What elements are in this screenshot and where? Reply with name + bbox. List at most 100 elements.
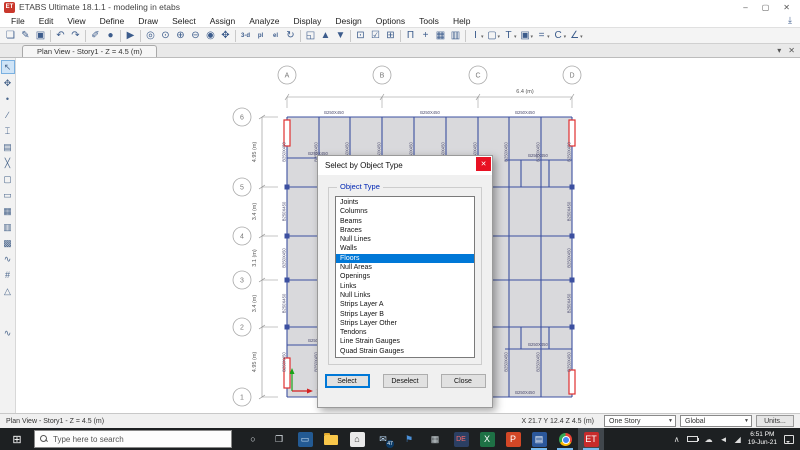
close-dialog-button[interactable]: Close bbox=[440, 374, 486, 388]
wall-section-icon-dropdown[interactable]: ▾ bbox=[531, 34, 534, 40]
lock-model-icon[interactable]: ● bbox=[103, 29, 118, 43]
quick-draw-floor-icon[interactable]: ▦ bbox=[1, 204, 15, 218]
3d-view-icon[interactable]: 3-d bbox=[238, 29, 253, 43]
object-type-option[interactable]: Null Areas bbox=[336, 263, 474, 272]
quick-draw-braces-icon[interactable]: ╳ bbox=[1, 156, 15, 170]
feedback-icon[interactable]: ⚑ bbox=[396, 428, 422, 450]
menu-design[interactable]: Design bbox=[328, 15, 368, 27]
menu-display[interactable]: Display bbox=[286, 15, 328, 27]
start-button[interactable]: ⊞ bbox=[0, 428, 34, 450]
close-button[interactable]: ✕ bbox=[783, 3, 790, 12]
reshape-icon[interactable]: ✥ bbox=[1, 76, 15, 90]
hidden-icons-chevron[interactable]: ∧ bbox=[674, 435, 680, 444]
dock-arrow-icon[interactable]: ⤓ bbox=[788, 15, 792, 26]
draw-rect-floor-icon[interactable]: ▭ bbox=[1, 188, 15, 202]
menu-tools[interactable]: Tools bbox=[412, 15, 446, 27]
draw-floor-icon[interactable]: ▢ bbox=[1, 172, 15, 186]
onedrive-cloud-icon[interactable]: ☁ bbox=[705, 435, 713, 444]
draw-link-icon[interactable]: ∿ bbox=[1, 252, 15, 266]
angle-section-icon-dropdown[interactable]: ▾ bbox=[580, 34, 583, 40]
etabs-taskbar-icon[interactable]: ET bbox=[578, 428, 604, 450]
zoom-out-icon[interactable]: ⊖ bbox=[188, 29, 203, 43]
file-explorer-icon[interactable] bbox=[318, 428, 344, 450]
coordinate-system-selector[interactable]: Global ▼ bbox=[680, 415, 752, 427]
draw-wall-icon[interactable]: ▥ bbox=[1, 220, 15, 234]
elevation-view-icon[interactable]: el bbox=[268, 29, 283, 43]
rubber-band-zoom-icon[interactable]: ◎ bbox=[143, 29, 158, 43]
mail-icon[interactable]: ✉ 47 bbox=[370, 428, 396, 450]
draw-portal-icon[interactable]: Π bbox=[403, 29, 418, 43]
menu-edit[interactable]: Edit bbox=[32, 15, 61, 27]
undo-icon[interactable]: ↶ bbox=[53, 29, 68, 43]
dimension-icon-dropdown[interactable]: ▾ bbox=[547, 34, 550, 40]
battery-icon[interactable] bbox=[686, 436, 699, 442]
object-type-option[interactable]: Openings bbox=[336, 272, 474, 281]
plot-function-icon[interactable]: ∿ bbox=[1, 326, 15, 340]
open-model-icon[interactable]: ✎ bbox=[18, 29, 33, 43]
tab-close-icon[interactable]: ✕ bbox=[788, 46, 795, 55]
menu-select[interactable]: Select bbox=[165, 15, 203, 27]
object-type-option[interactable]: Walls bbox=[336, 244, 474, 253]
task-view-icon[interactable]: ❐ bbox=[266, 428, 292, 450]
excel-icon[interactable]: X bbox=[474, 428, 500, 450]
tee-section-icon-dropdown[interactable]: ▾ bbox=[514, 34, 517, 40]
quick-draw-secondary-beams-icon[interactable]: ▤ bbox=[1, 140, 15, 154]
move-up-story-icon[interactable]: ▲ bbox=[318, 29, 333, 43]
rotate-view-icon[interactable]: ↻ bbox=[283, 29, 298, 43]
menu-draw[interactable]: Draw bbox=[131, 15, 165, 27]
save-model-icon[interactable]: ▣ bbox=[33, 29, 48, 43]
tab-dropdown-icon[interactable]: ▾ bbox=[777, 46, 781, 55]
menu-file[interactable]: File bbox=[4, 15, 32, 27]
object-type-option[interactable]: Floors bbox=[336, 253, 474, 264]
word-app-icon[interactable]: ▤ bbox=[526, 428, 552, 450]
run-analysis-icon[interactable]: ▶ bbox=[123, 29, 138, 43]
object-type-option[interactable]: Links bbox=[336, 282, 474, 291]
story-selector[interactable]: One Story ▼ bbox=[604, 415, 676, 427]
menu-analyze[interactable]: Analyze bbox=[242, 15, 286, 27]
plan-view-icon[interactable]: pl bbox=[253, 29, 268, 43]
quick-draw-frame-icon[interactable]: ⌶ bbox=[1, 124, 15, 138]
wall-stack-icon[interactable]: ▥ bbox=[448, 29, 463, 43]
object-type-option[interactable]: Line Strain Gauges bbox=[336, 337, 474, 346]
network-icon[interactable]: ◢ bbox=[735, 435, 741, 444]
menu-help[interactable]: Help bbox=[446, 15, 477, 27]
speaker-icon[interactable]: ◄ bbox=[720, 435, 728, 444]
pan-icon[interactable]: ✥ bbox=[218, 29, 233, 43]
frame-section-icon-dropdown[interactable]: ▾ bbox=[481, 34, 484, 40]
perspective-icon[interactable]: ◱ bbox=[303, 29, 318, 43]
units-button[interactable]: Units... bbox=[756, 415, 794, 427]
select-button[interactable]: Select bbox=[324, 374, 370, 388]
object-type-option[interactable]: Null Lines bbox=[336, 235, 474, 244]
object-type-option[interactable]: Strips Layer B bbox=[336, 310, 474, 319]
display-options-icon[interactable]: ☑ bbox=[368, 29, 383, 43]
menu-define[interactable]: Define bbox=[93, 15, 132, 27]
area-section-icon-dropdown[interactable]: ▾ bbox=[498, 34, 501, 40]
design-app-icon[interactable]: DE bbox=[448, 428, 474, 450]
dialog-title-bar[interactable]: Select by Object Type ✕ bbox=[318, 156, 492, 175]
title-bar[interactable]: ET ETABS Ultimate 18.1.1 - modeling in e… bbox=[0, 0, 800, 14]
pointer-select-icon[interactable]: ↖ bbox=[0, 60, 15, 74]
quick-draw-wall-icon[interactable]: ▩ bbox=[1, 236, 15, 250]
menu-assign[interactable]: Assign bbox=[203, 15, 243, 27]
cortana-icon[interactable]: ○ bbox=[240, 428, 266, 450]
object-type-option[interactable]: Tendons bbox=[336, 328, 474, 337]
zoom-in-icon[interactable]: ⊕ bbox=[173, 29, 188, 43]
calculator-icon[interactable]: ▦ bbox=[422, 428, 448, 450]
object-type-option[interactable]: Braces bbox=[336, 226, 474, 235]
taskbar-clock[interactable]: 6:51 PM 19-Jun-21 bbox=[748, 431, 777, 447]
object-type-option[interactable]: Columns bbox=[336, 207, 474, 216]
window-arrange-icon[interactable]: ⊞ bbox=[383, 29, 398, 43]
restore-full-view-icon[interactable]: ⊙ bbox=[158, 29, 173, 43]
action-center-icon[interactable] bbox=[784, 434, 794, 444]
grid-options-icon[interactable]: ▦ bbox=[433, 29, 448, 43]
edit-icon[interactable]: ✐ bbox=[88, 29, 103, 43]
object-type-option[interactable]: Quad Strain Gauges bbox=[336, 347, 474, 356]
object-type-option[interactable]: Strips Layer A bbox=[336, 300, 474, 309]
redo-icon[interactable]: ↷ bbox=[68, 29, 83, 43]
chrome-icon[interactable] bbox=[552, 428, 578, 450]
tab-plan-view[interactable]: Plan View - Story1 - Z = 4.5 (m) bbox=[22, 45, 158, 57]
search-input[interactable]: Type here to search bbox=[34, 430, 232, 448]
maximize-button[interactable]: ▢ bbox=[762, 3, 770, 12]
powerpoint-icon[interactable]: P bbox=[500, 428, 526, 450]
dialog-close-icon[interactable]: ✕ bbox=[476, 157, 491, 171]
